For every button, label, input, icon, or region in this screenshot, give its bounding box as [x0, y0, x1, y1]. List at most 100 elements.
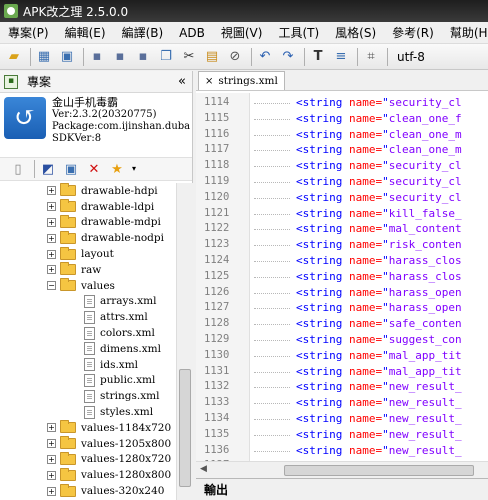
menu-item-2[interactable]: 編譯(B)	[114, 24, 172, 41]
code-line[interactable]: 1129 <string name="suggest_con	[196, 332, 488, 348]
scrollbar-thumb[interactable]	[179, 369, 191, 487]
tree-item[interactable]: + values-1280x800	[0, 467, 176, 483]
redo-icon[interactable]: ↷	[278, 47, 298, 67]
code-line[interactable]: 1132 <string name="new_result_	[196, 379, 488, 395]
tree-item[interactable]: public.xml	[0, 373, 176, 389]
expand-toggle-icon[interactable]: +	[47, 439, 56, 449]
tree-item[interactable]: + drawable-nodpi	[0, 230, 176, 246]
close-icon[interactable]: ×	[205, 76, 213, 87]
tree-item[interactable]: + drawable-hdpi	[0, 183, 176, 199]
code-line[interactable]: 1120 <string name="security_cl	[196, 190, 488, 206]
app-info-text: 金山手机毒霸 Ver:2.3.2(20320775) Package:com.i…	[52, 97, 190, 147]
toolbar-separator	[387, 47, 388, 66]
refresh-icon[interactable]: ▣	[61, 159, 81, 179]
collapse-panel-button[interactable]: «	[178, 74, 186, 89]
copy-icon[interactable]: ❐	[156, 47, 176, 67]
decompile-icon[interactable]: ◩	[38, 159, 58, 179]
tree-item[interactable]: + values-1205x800	[0, 436, 176, 452]
menu-item-8[interactable]: 幫助(H)	[442, 24, 488, 41]
code-line[interactable]: 1133 <string name="new_result_	[196, 395, 488, 411]
expand-toggle-icon[interactable]: +	[47, 249, 56, 259]
code-line[interactable]: 1127 <string name="harass_open	[196, 300, 488, 316]
code-line[interactable]: 1136 <string name="new_result_	[196, 443, 488, 459]
code-line[interactable]: 1125 <string name="harass_clos	[196, 269, 488, 285]
tree-item[interactable]: + values-320x240	[0, 483, 176, 499]
expand-toggle-icon[interactable]: +	[47, 454, 56, 464]
tree-item[interactable]: + layout	[0, 246, 176, 262]
expand-toggle-icon[interactable]: +	[47, 265, 56, 275]
encoding-label[interactable]: utf-8	[397, 50, 425, 64]
code-line[interactable]: 1135 <string name="new_result_	[196, 427, 488, 443]
menu-item-3[interactable]: ADB	[171, 26, 213, 40]
tree-scrollbar[interactable]	[176, 183, 193, 500]
font-icon[interactable]: T	[308, 47, 328, 67]
menu-item-7[interactable]: 參考(R)	[384, 24, 442, 41]
delete-icon[interactable]: ✕	[84, 159, 104, 179]
code-line[interactable]: 1131 <string name="mal_app_tit	[196, 364, 488, 380]
tree-item[interactable]: arrays.xml	[0, 294, 176, 310]
code-line[interactable]: 1115 <string name="clean_one_f	[196, 111, 488, 127]
file-icon[interactable]: ▯	[8, 159, 28, 179]
scrollbar-thumb[interactable]	[284, 465, 474, 476]
tree-item[interactable]: styles.xml	[0, 404, 176, 420]
expand-toggle-icon[interactable]: +	[47, 470, 56, 480]
tree-item[interactable]: dimens.xml	[0, 341, 176, 357]
star-icon[interactable]: ★	[107, 159, 127, 179]
expand-toggle-icon[interactable]: −	[47, 281, 56, 291]
expand-toggle-icon[interactable]: +	[47, 217, 56, 227]
print-icon[interactable]: ▪	[133, 47, 153, 67]
menu-item-0[interactable]: 專案(P)	[0, 24, 57, 41]
tree-item[interactable]: colors.xml	[0, 325, 176, 341]
tree-item[interactable]: ids.xml	[0, 357, 176, 373]
code-line[interactable]: 1119 <string name="security_cl	[196, 174, 488, 190]
save-all-icon[interactable]: ▪	[110, 47, 130, 67]
tree-item[interactable]: + values-1184x720	[0, 420, 176, 436]
menu-item-1[interactable]: 編輯(E)	[57, 24, 114, 41]
save-icon[interactable]: ▪	[87, 47, 107, 67]
find-icon[interactable]: ⊘	[225, 47, 245, 67]
tab-strings-xml[interactable]: × strings.xml	[198, 71, 285, 90]
menu-item-6[interactable]: 風格(S)	[327, 24, 384, 41]
code-line[interactable]: 1123 <string name="risk_conten	[196, 237, 488, 253]
code-line[interactable]: 1130 <string name="mal_app_tit	[196, 348, 488, 364]
expand-toggle-icon[interactable]: +	[47, 486, 56, 496]
xml-value: clean_one_m	[388, 127, 462, 141]
expand-toggle-icon[interactable]: +	[47, 202, 56, 212]
code-line[interactable]: 1122 <string name="mal_content	[196, 221, 488, 237]
tree-item[interactable]: + raw	[0, 262, 176, 278]
paste-icon[interactable]: ▤	[202, 47, 222, 67]
chevron-down-icon[interactable]: ▾	[130, 159, 138, 179]
cut-icon[interactable]: ✂	[179, 47, 199, 67]
tree-item[interactable]: + drawable-ldpi	[0, 199, 176, 215]
code-line[interactable]: 1116 <string name="clean_one_m	[196, 127, 488, 143]
code-line[interactable]: 1118 <string name="security_cl	[196, 158, 488, 174]
code-line[interactable]: 1121 <string name="kill_false_	[196, 206, 488, 222]
menu-item-4[interactable]: 視圖(V)	[213, 24, 271, 41]
tree-item[interactable]: − values	[0, 278, 176, 294]
wrap-icon[interactable]: ≡	[331, 47, 351, 67]
build-icon[interactable]: ▣	[57, 47, 77, 67]
expand-toggle-icon[interactable]: +	[47, 186, 56, 196]
open-folder-icon[interactable]: ▰	[4, 47, 24, 67]
code-line[interactable]: 1114 <string name="security_cl	[196, 95, 488, 111]
tree-item[interactable]: attrs.xml	[0, 309, 176, 325]
code-line[interactable]: 1134 <string name="new_result_	[196, 411, 488, 427]
code-view[interactable]: 1114 <string name="security_cl 1115 <string…	[196, 93, 488, 461]
code-line[interactable]: 1128 <string name="safe_conten	[196, 316, 488, 332]
expand-toggle-icon[interactable]: +	[47, 423, 56, 433]
code-line[interactable]: 1124 <string name="harass_clos	[196, 253, 488, 269]
scroll-left-icon[interactable]: ◀	[200, 464, 207, 474]
editor-hscrollbar[interactable]: ◀	[196, 461, 488, 478]
grid-icon[interactable]: ▦	[34, 47, 54, 67]
xml-attribute: name=	[348, 111, 383, 125]
code-line[interactable]: 1117 <string name="clean_one_m	[196, 142, 488, 158]
crop-icon[interactable]: ⌗	[361, 47, 381, 67]
tree-item[interactable]: strings.xml	[0, 388, 176, 404]
expand-toggle-icon[interactable]: +	[47, 233, 56, 243]
undo-icon[interactable]: ↶	[255, 47, 275, 67]
project-panel-title: 專案	[27, 75, 52, 89]
menu-item-5[interactable]: 工具(T)	[270, 24, 327, 41]
tree-item[interactable]: + drawable-mdpi	[0, 214, 176, 231]
tree-item[interactable]: + values-1280x720	[0, 451, 176, 468]
code-line[interactable]: 1126 <string name="harass_open	[196, 285, 488, 301]
